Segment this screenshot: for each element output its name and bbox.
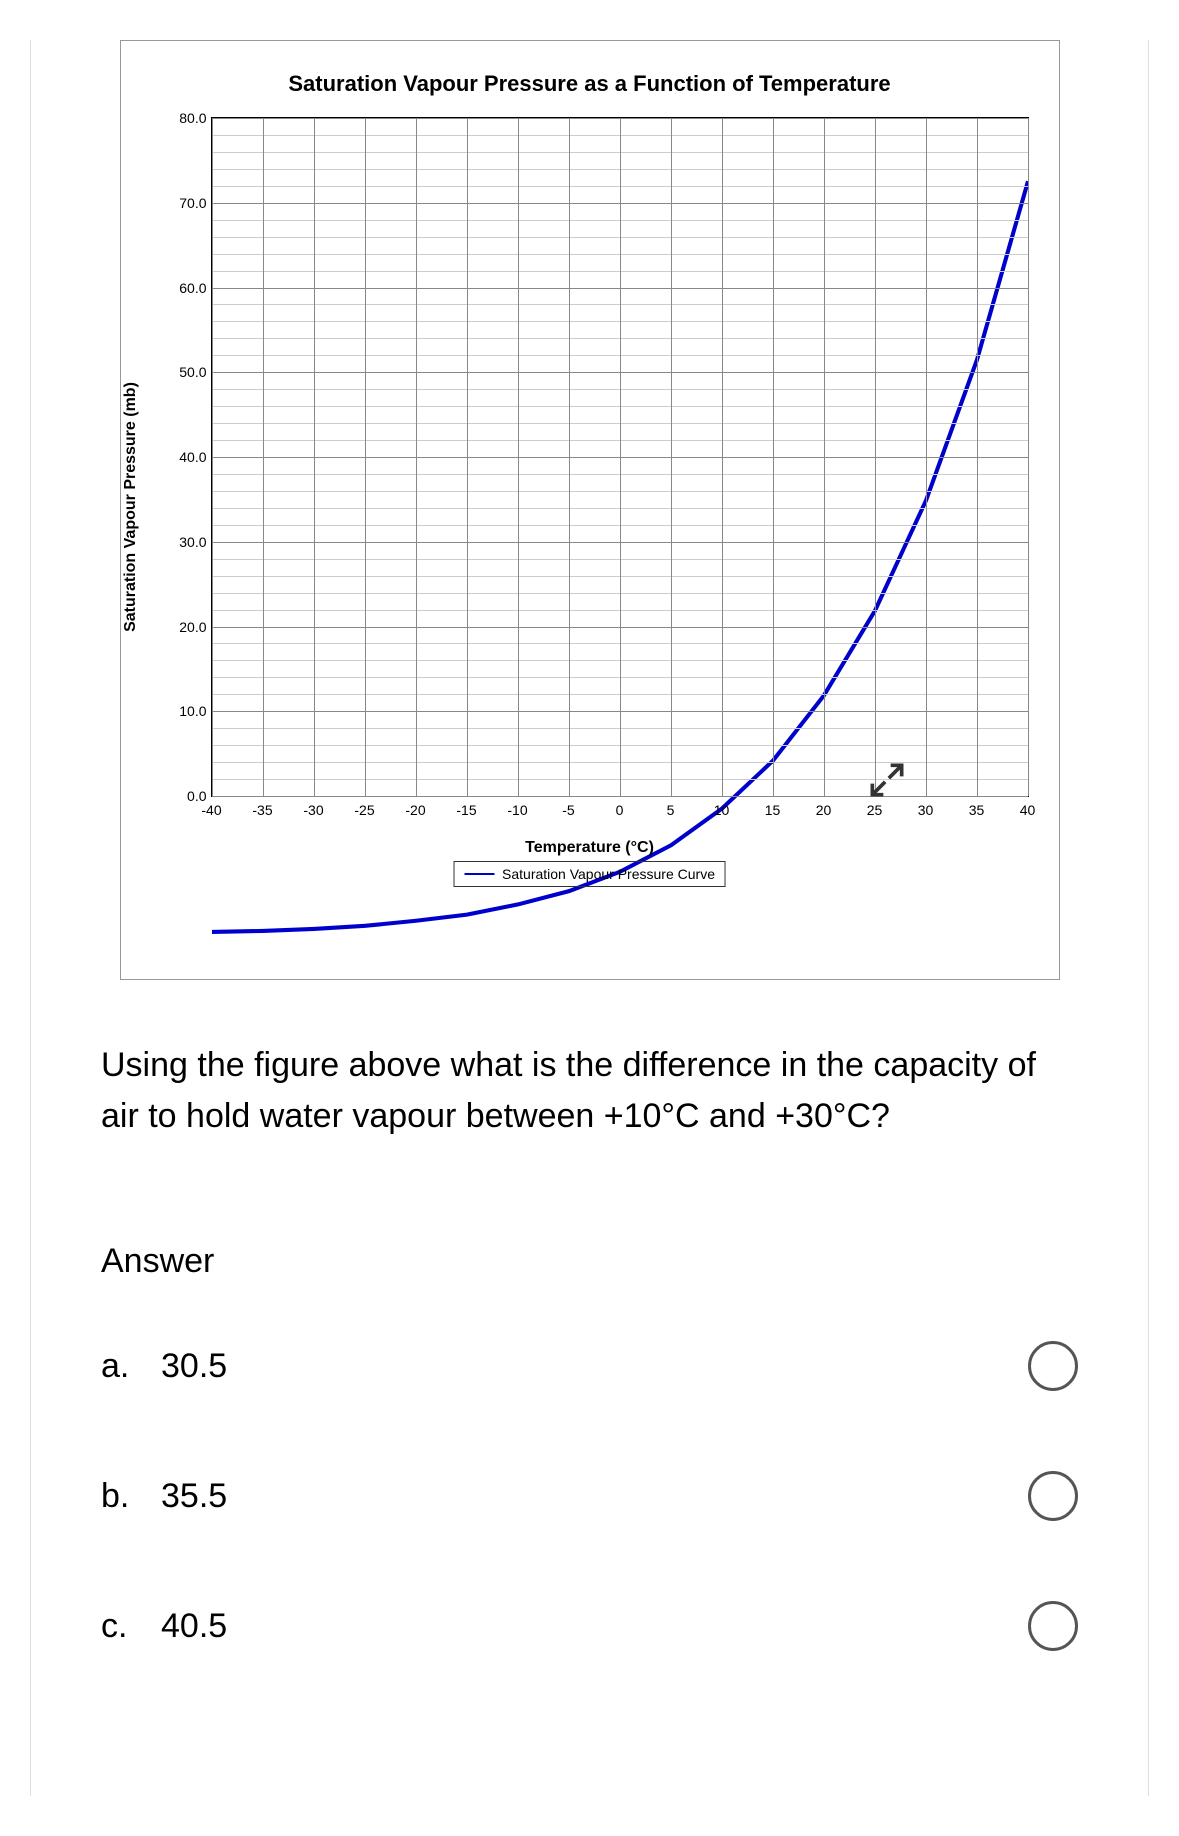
legend-line-icon [464,873,494,875]
gridline-v [926,118,927,796]
x-tick-label: -30 [303,802,323,818]
gridline-v [212,118,213,796]
option-text: 40.5 [161,1607,227,1646]
y-tick-label: 20.0 [157,619,207,635]
option-text: 30.5 [161,1347,227,1386]
y-tick-label: 70.0 [157,195,207,211]
option-label: b. 35.5 [101,1477,227,1516]
x-tick-label: -40 [201,802,221,818]
gridline-v [620,118,621,796]
legend-label: Saturation Vapour Pressure Curve [502,866,715,882]
legend: Saturation Vapour Pressure Curve [453,861,726,887]
chart-title: Saturation Vapour Pressure as a Function… [141,71,1039,97]
y-tick-label: 80.0 [157,110,207,126]
gridline-v [518,118,519,796]
option-text: 35.5 [161,1477,227,1516]
x-tick-label: -5 [562,802,574,818]
gridline-v [416,118,417,796]
x-tick-label: -15 [456,802,476,818]
gridline-v [314,118,315,796]
plot-wrap: Saturation Vapour Pressure (mb) 0.010.02… [141,117,1039,897]
option-letter: a. [101,1347,141,1386]
option-row[interactable]: c. 40.5 [101,1601,1078,1651]
y-tick-label: 0.0 [157,788,207,804]
gridline-v [773,118,774,796]
radio-button[interactable] [1028,1341,1078,1391]
answer-heading: Answer [101,1242,1078,1281]
option-letter: c. [101,1607,141,1646]
x-axis-label: Temperature (°C) [525,839,654,857]
gridline-v [722,118,723,796]
x-tick-label: 35 [969,802,985,818]
gridline-v [875,118,876,796]
gridline-v [824,118,825,796]
option-label: c. 40.5 [101,1607,227,1646]
question-text: Using the figure above what is the diffe… [101,1040,1078,1142]
y-tick-label: 10.0 [157,703,207,719]
gridline-v [467,118,468,796]
gridline-v [671,118,672,796]
answer-options: a. 30.5 b. 35.5 c. 40.5 [101,1341,1078,1651]
gridline-v [263,118,264,796]
plot-area: 0.010.020.030.040.050.060.070.080.0-40-3… [211,117,1029,797]
y-tick-label: 60.0 [157,280,207,296]
x-tick-label: 25 [867,802,883,818]
gridline-v [1028,118,1029,796]
y-axis-label: Saturation Vapour Pressure (mb) [122,382,140,632]
x-tick-label: 10 [714,802,730,818]
expand-icon[interactable] [865,758,909,802]
y-tick-label: 50.0 [157,364,207,380]
y-tick-label: 30.0 [157,534,207,550]
x-tick-label: 15 [765,802,781,818]
option-row[interactable]: a. 30.5 [101,1341,1078,1391]
x-tick-label: -35 [252,802,272,818]
x-tick-label: -25 [354,802,374,818]
chart-figure: Saturation Vapour Pressure as a Function… [120,40,1060,980]
option-label: a. 30.5 [101,1347,227,1386]
y-tick-label: 40.0 [157,449,207,465]
radio-button[interactable] [1028,1601,1078,1651]
x-tick-label: 0 [616,802,624,818]
x-tick-label: 40 [1020,802,1036,818]
x-tick-label: -10 [507,802,527,818]
option-letter: b. [101,1477,141,1516]
question-container: Saturation Vapour Pressure as a Function… [30,40,1149,1796]
gridline-v [569,118,570,796]
x-tick-label: 5 [667,802,675,818]
x-tick-label: -20 [405,802,425,818]
option-row[interactable]: b. 35.5 [101,1471,1078,1521]
x-tick-label: 20 [816,802,832,818]
radio-button[interactable] [1028,1471,1078,1521]
gridline-v [365,118,366,796]
x-tick-label: 30 [918,802,934,818]
gridline-v [977,118,978,796]
